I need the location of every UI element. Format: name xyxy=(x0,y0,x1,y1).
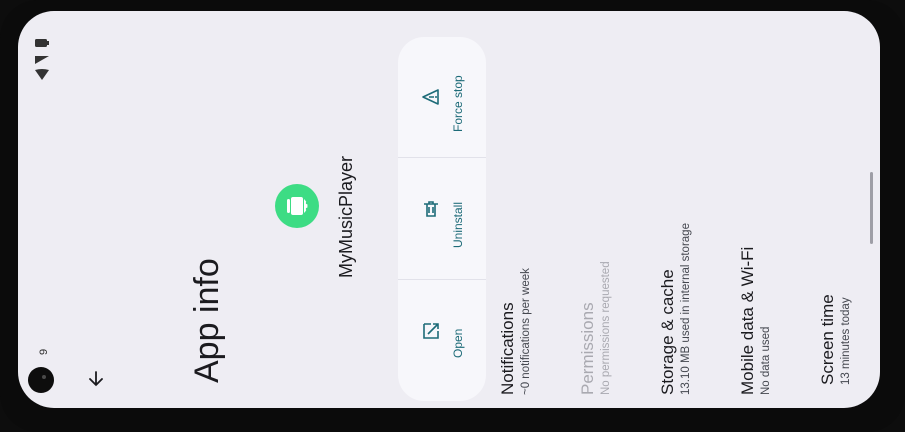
setting-subtitle: 13 minutes today xyxy=(840,297,852,385)
battery-icon xyxy=(35,39,49,47)
force-stop-label: Force stop xyxy=(451,75,465,132)
setting-title: Storage & cache xyxy=(658,269,677,395)
setting-storage[interactable]: Storage & cache 13.10 MB used in interna… xyxy=(656,161,726,401)
force-stop-button[interactable]: Force stop xyxy=(398,37,486,157)
setting-mobile-data[interactable]: Mobile data & Wi-Fi No data used xyxy=(736,201,806,401)
app-info-screen: 9 App info MyMusicPlayer Open Uninstall … xyxy=(18,11,880,408)
uninstall-label: Uninstall xyxy=(451,201,465,248)
camera-cutout xyxy=(28,367,54,393)
setting-screen-time[interactable]: Screen time 13 minutes today xyxy=(816,251,876,401)
signal-icon xyxy=(35,56,49,64)
back-arrow-icon[interactable] xyxy=(86,369,106,389)
setting-title: Mobile data & Wi-Fi xyxy=(738,246,757,395)
setting-subtitle: ~0 notifications per week xyxy=(520,268,532,395)
warning-icon xyxy=(422,89,439,105)
open-external-icon xyxy=(423,323,439,339)
open-label: Open xyxy=(451,328,465,358)
android-robot-icon xyxy=(275,184,319,228)
trash-icon xyxy=(424,201,438,217)
setting-title: Screen time xyxy=(818,294,837,385)
setting-permissions: Permissions No permissions requested xyxy=(576,211,646,401)
device-bezel: 9 App info MyMusicPlayer Open Uninstall … xyxy=(0,0,905,432)
status-time: 9 xyxy=(38,348,50,355)
uninstall-button[interactable]: Uninstall xyxy=(398,158,486,279)
app-name: MyMusicPlayer xyxy=(336,155,356,278)
setting-subtitle: No permissions requested xyxy=(600,261,612,395)
setting-notifications[interactable]: Notifications ~0 notifications per week xyxy=(496,241,566,401)
page-title: App info xyxy=(188,258,226,383)
setting-title: Notifications xyxy=(498,302,517,395)
setting-title: Permissions xyxy=(578,302,597,395)
setting-subtitle: No data used xyxy=(760,326,772,395)
setting-subtitle: 13.10 MB used in internal storage xyxy=(680,223,692,395)
wifi-icon xyxy=(35,69,49,80)
scrollbar[interactable] xyxy=(870,172,873,244)
open-button[interactable]: Open xyxy=(398,280,486,401)
